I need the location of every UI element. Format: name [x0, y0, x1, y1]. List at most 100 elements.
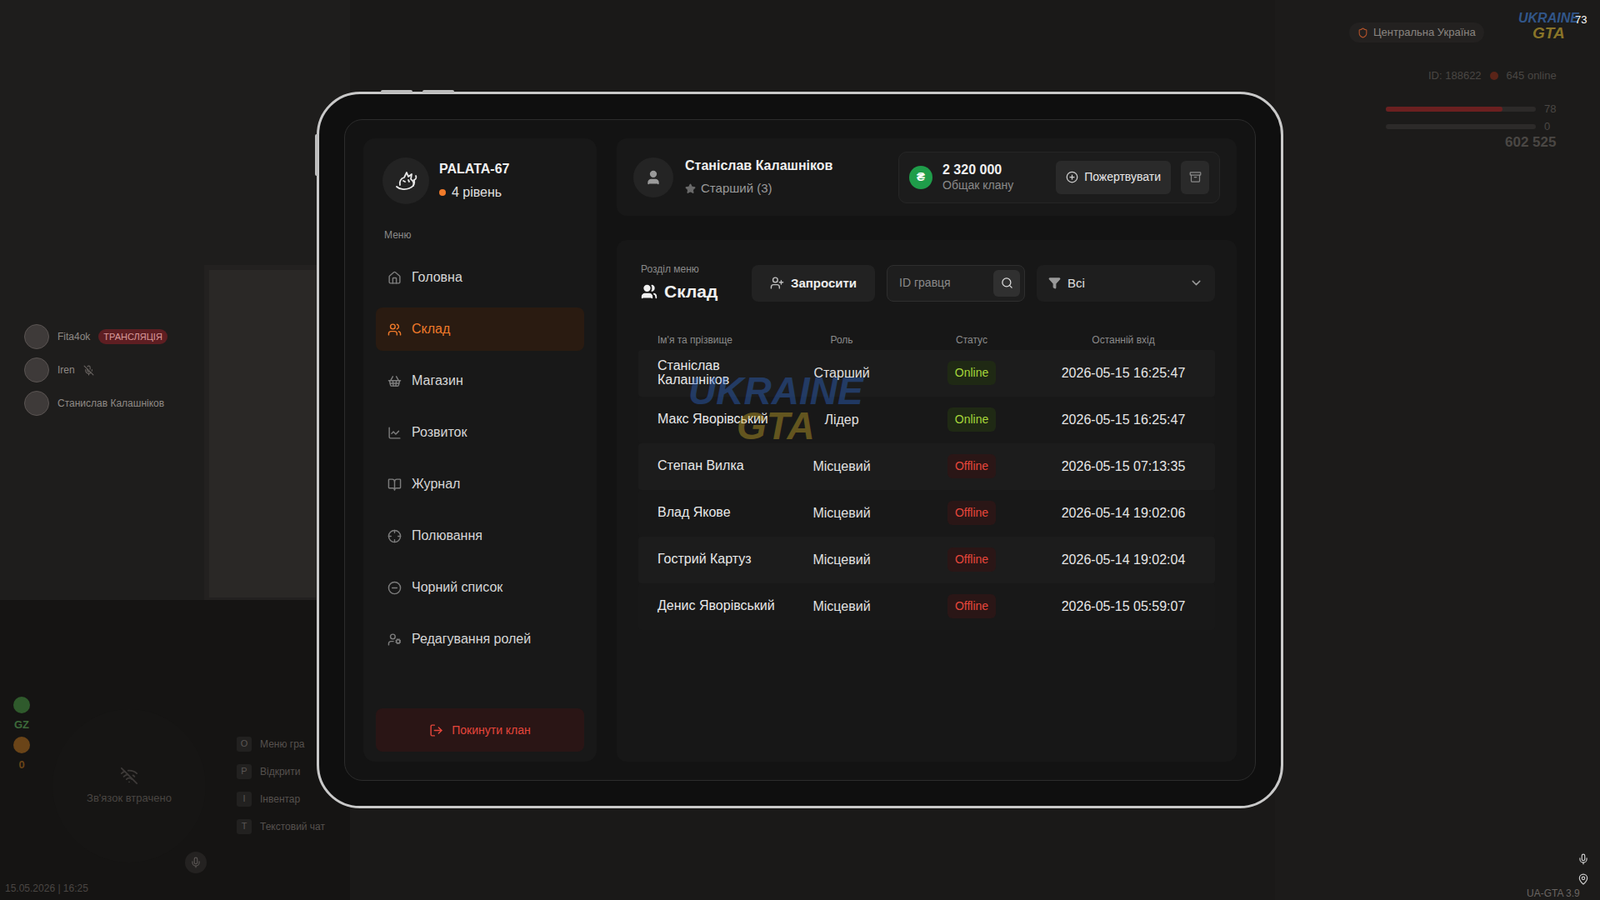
- user-icon: [645, 169, 662, 186]
- leave-clan-button[interactable]: Покинути клан: [375, 708, 585, 752]
- bottom-right-icons: [1577, 853, 1590, 885]
- treasury-amount: 2 320 000: [942, 162, 1014, 178]
- member-role: Місцевий: [790, 596, 893, 617]
- menu-item[interactable]: Чорний список: [375, 565, 585, 610]
- voice-item: Станислав Калашніков: [24, 390, 168, 416]
- money: 602 525: [1505, 131, 1556, 154]
- donate-button[interactable]: Пожертвувати: [1055, 160, 1171, 195]
- key-hints: OМеню гра PВідкрити IІнвентар TТекстовий ча…: [236, 735, 325, 835]
- plus-icon: [1065, 170, 1079, 184]
- member-role: Старший: [790, 363, 893, 384]
- key-hint: OМеню гра: [236, 735, 325, 753]
- user-header: Станіслав КалашніковСтарший (3)₴2 320 00…: [616, 138, 1237, 216]
- menu-item[interactable]: Редагування ролей: [375, 617, 585, 661]
- member-role: Лідер: [790, 410, 893, 430]
- treasury-label: Общак клану: [942, 178, 1014, 192]
- member-role: Місцевий: [790, 456, 893, 477]
- section-title: Розділ менюСклад: [638, 261, 740, 305]
- search-button[interactable]: [993, 270, 1020, 297]
- menu-item-icon: [387, 632, 402, 647]
- voice-list: Fita4okТРАНСЛЯЦІЯ Iren Станислав Калашніко…: [24, 324, 168, 416]
- location-icon: [1577, 873, 1590, 885]
- menu-item-icon: [387, 580, 402, 595]
- last-login: 2026-05-15 07:13:35: [1050, 456, 1196, 477]
- table-row[interactable]: Макс ЯворівськийЛідерOnline2026-05-15 16…: [638, 396, 1215, 444]
- gz-panel: GZ0: [11, 696, 32, 773]
- currency-icon: ₴: [909, 165, 933, 190]
- clan-level: 4 рівень: [439, 182, 510, 203]
- members-card: Розділ менюСклад Запросити Всі Ім'я та пріз…: [616, 240, 1237, 762]
- scene-board: [204, 265, 321, 603]
- last-login: 2026-05-14 19:02:06: [1050, 503, 1196, 524]
- table-row[interactable]: Денис ЯворівськийМісцевийOffline2026-05-…: [638, 583, 1215, 630]
- status-badge: Online: [947, 407, 996, 432]
- table-header: Ім'я та прізвищеРольСтатусОстанній вхід: [638, 330, 1215, 350]
- menu-item-icon: [387, 270, 402, 285]
- menu-item[interactable]: Склад: [375, 307, 585, 351]
- column-header: Ім'я та прізвище: [657, 332, 791, 348]
- treasury: ₴ 2 320 000Общак клану Пожертвувати: [898, 151, 1220, 204]
- tablet: PALATA-674 рівень Меню Головна Склад Магазин…: [316, 91, 1284, 809]
- search-input[interactable]: [899, 274, 994, 292]
- menu-item-icon: [387, 529, 402, 544]
- minimap: Зв'язок втрачено: [52, 709, 206, 863]
- menu-item[interactable]: Розвиток: [375, 410, 585, 455]
- menu-item-icon: [387, 374, 402, 389]
- star-icon: [685, 183, 696, 195]
- menu-item-icon: [387, 322, 402, 337]
- invite-button[interactable]: Запросити: [751, 265, 875, 302]
- menu-item-icon: [387, 477, 402, 492]
- no-signal-icon: [120, 766, 139, 785]
- clan-header: PALATA-674 рівень: [375, 157, 585, 205]
- main-area: Станіслав КалашніковСтарший (3)₴2 320 00…: [616, 138, 1237, 762]
- table-row[interactable]: Влад ЯковеМісцевийOffline2026-05-14 19:0…: [638, 490, 1215, 537]
- search-field: [886, 265, 1025, 302]
- key-hint: TТекстовий чат: [236, 817, 325, 835]
- table-row[interactable]: Степан ВилкаМісцевийOffline2026-05-15 07…: [638, 443, 1215, 490]
- region-shield-icon: [1357, 27, 1369, 39]
- tablet-button: [380, 90, 413, 94]
- member-role: Місцевий: [790, 550, 893, 570]
- status-badge: Offline: [947, 594, 996, 619]
- voice-item: Iren: [24, 357, 168, 383]
- table-row[interactable]: Станіслав КалашніковСтаршийOnline2026-05…: [638, 350, 1215, 397]
- menu-item[interactable]: Головна: [375, 255, 585, 300]
- users-icon: [640, 283, 658, 300]
- menu: Головна Склад Магазин Розвиток Журнал Полюван…: [375, 255, 585, 661]
- tablet-button: [422, 90, 455, 94]
- member-name: Денис Яворівський: [657, 599, 791, 614]
- user-avatar: [633, 157, 674, 198]
- status-badge: Offline: [947, 500, 996, 525]
- column-header: Роль: [790, 332, 893, 348]
- armor-bar: 0: [1385, 118, 1550, 135]
- server-logo: UKRAINEGTA: [1518, 11, 1580, 41]
- logout-icon: [429, 723, 444, 738]
- menu-item[interactable]: Журнал: [375, 462, 585, 506]
- status-badge: Offline: [947, 547, 996, 572]
- fps-counter: 73: [1575, 11, 1587, 29]
- datetime: 15.05.2026 | 16:25: [5, 880, 89, 896]
- server-info: ID: 188622645 online: [1428, 67, 1557, 85]
- menu-label: Меню: [375, 227, 585, 243]
- member-name: Макс Яворівський: [657, 412, 791, 427]
- member-name: Станіслав Калашніков: [657, 359, 791, 388]
- last-login: 2026-05-15 16:25:47: [1050, 363, 1196, 384]
- broadcast-badge: ТРАНСЛЯЦІЯ: [98, 329, 167, 345]
- archive-button[interactable]: [1180, 160, 1210, 195]
- member-name: Степан Вилка: [657, 459, 791, 474]
- menu-item[interactable]: Магазин: [375, 359, 585, 403]
- table-row[interactable]: Гострий КартузМісцевийOffline2026-05-14 …: [638, 536, 1215, 584]
- chevron-down-icon: [1189, 275, 1204, 290]
- clan-name: PALATA-67: [439, 159, 510, 180]
- mic-icon: [190, 856, 202, 869]
- archive-icon: [1189, 170, 1202, 184]
- key-hint: PВідкрити: [236, 762, 325, 780]
- menu-item[interactable]: Полювання: [375, 514, 585, 558]
- voice-item: Fita4okТРАНСЛЯЦІЯ: [24, 324, 168, 350]
- filter-dropdown[interactable]: Всі: [1036, 265, 1215, 302]
- sidebar: PALATA-674 рівень Меню Головна Склад Магазин…: [363, 138, 597, 762]
- user-plus-icon: [770, 275, 785, 290]
- region-pill: Центральна Україна: [1349, 22, 1485, 43]
- key-hint: IІнвентар: [236, 790, 325, 808]
- mic-indicator: [185, 851, 207, 874]
